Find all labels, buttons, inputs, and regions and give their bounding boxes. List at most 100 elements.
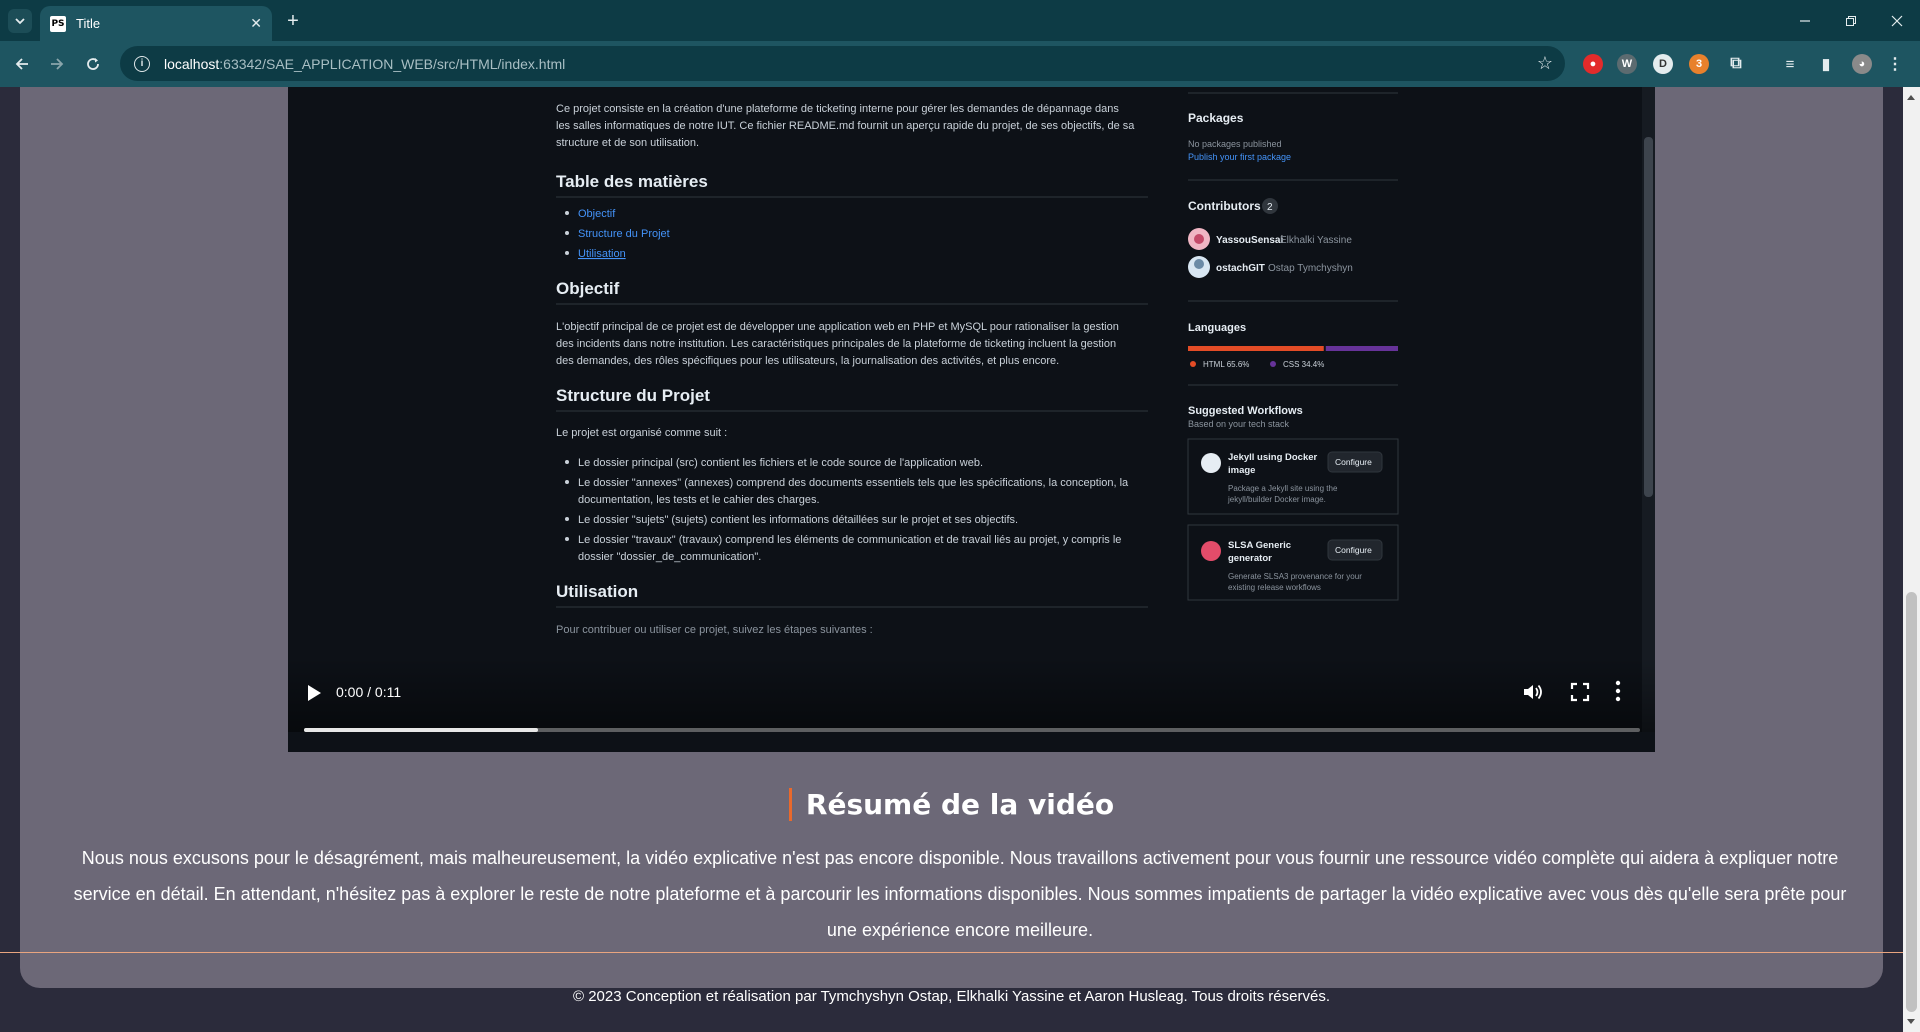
vf-utilisation-heading: Utilisation xyxy=(556,582,638,601)
extensions-puzzle-icon[interactable]: ⧉ xyxy=(1726,54,1746,74)
vf-structure-item-1: Le dossier principal (src) contient les … xyxy=(578,457,983,469)
vf-wf1-configure: Configure xyxy=(1335,457,1372,467)
vf-lang1: HTML 65.6% xyxy=(1203,360,1249,369)
vf-side-contributors: Contributors xyxy=(1188,199,1261,213)
browser-menu-icon[interactable]: ⋮ xyxy=(1885,54,1905,74)
browser-tab[interactable]: PS Title ✕ xyxy=(40,6,272,41)
restore-window-button[interactable] xyxy=(1828,6,1874,36)
extension-w-icon[interactable]: W xyxy=(1617,54,1637,74)
arrow-left-icon xyxy=(15,58,28,70)
vf-intro-3: structure et de son utilisation. xyxy=(556,137,699,149)
extension-d-icon[interactable]: D xyxy=(1653,54,1673,74)
video-frame-readme-screenshot: Ce projet consiste en la création d'une … xyxy=(288,87,1655,752)
vf-intro-2: les salles informatiques de notre IUT. C… xyxy=(556,120,1135,132)
scroll-up-arrow-icon[interactable] xyxy=(1907,95,1915,100)
scroll-down-arrow-icon[interactable] xyxy=(1907,1019,1915,1024)
extension-badge-icon[interactable]: 3 xyxy=(1689,54,1709,74)
vf-objectif-2: des incidents dans notre institution. Le… xyxy=(556,338,1116,350)
vf-objectif-1: L'objectif principal de ce projet est de… xyxy=(556,321,1119,333)
more-options-icon[interactable] xyxy=(1615,679,1621,703)
footer-copyright: © 2023 Conception et réalisation par Tym… xyxy=(572,988,1330,1005)
vf-wf1-desc-1: Package a Jekyll site using the xyxy=(1228,484,1338,493)
reload-button[interactable] xyxy=(80,51,106,77)
page-scrollbar[interactable] xyxy=(1903,87,1920,1032)
close-icon xyxy=(1891,15,1903,27)
tab-title: Title xyxy=(76,16,101,31)
footer-divider xyxy=(0,952,1903,953)
vf-lang-bar-html xyxy=(1188,346,1324,351)
video-player[interactable]: Ce projet consiste en la création d'une … xyxy=(288,87,1655,752)
tab-favicon-icon: PS xyxy=(50,15,66,32)
vf-wf2-configure: Configure xyxy=(1335,545,1372,555)
vf-intro-1: Ce projet consiste en la création d'une … xyxy=(556,103,1119,115)
video-controls-overlay xyxy=(288,657,1655,732)
vf-wf1-title-2: image xyxy=(1228,465,1255,476)
vf-lang-bar-css xyxy=(1325,346,1398,351)
extension-shield-icon[interactable]: ● xyxy=(1583,54,1603,74)
vf-wf1-title-1: Jekyll using Docker xyxy=(1228,452,1318,463)
browser-tab-bar: PS Title ✕ + xyxy=(0,0,1920,41)
fullscreen-icon[interactable] xyxy=(1570,682,1590,702)
back-button[interactable] xyxy=(9,51,35,77)
vf-lang2: CSS 34.4% xyxy=(1283,360,1324,369)
vf-wf2-desc-1: Generate SLSA3 provenance for your xyxy=(1228,572,1362,581)
close-window-button[interactable] xyxy=(1874,6,1920,36)
vf-side-no-packages: No packages published xyxy=(1188,139,1282,149)
url-host: localhost xyxy=(164,55,220,72)
forward-button[interactable] xyxy=(44,51,70,77)
video-buffered xyxy=(304,728,538,732)
side-panel-icon[interactable]: ▮ xyxy=(1816,54,1836,74)
extension-badge-count: 3 xyxy=(1695,58,1703,70)
minimize-window-button[interactable] xyxy=(1782,6,1828,36)
vf-wf2-title-2: generator xyxy=(1228,553,1272,564)
vf-structure-item-4b: dossier "dossier_de_communication". xyxy=(578,551,761,563)
scrollbar-thumb[interactable] xyxy=(1906,592,1917,1012)
new-tab-button[interactable]: + xyxy=(280,8,306,34)
vf-wf2-title-1: SLSA Generic xyxy=(1228,540,1291,551)
vf-structure-item-2: Le dossier "annexes" (annexes) comprend … xyxy=(578,477,1129,489)
vf-wf1-desc-2: jekyll/builder Docker image. xyxy=(1227,495,1326,504)
vf-contributor2-user: ostachGIT xyxy=(1216,263,1265,274)
vf-side-contributors-count: 2 xyxy=(1267,202,1273,213)
summary-title: Résumé de la vidéo xyxy=(788,788,1114,821)
site-info-icon[interactable]: i xyxy=(134,55,150,72)
address-bar[interactable]: i localhost:63342/SAE_APPLICATION_WEB/sr… xyxy=(120,46,1565,81)
vf-objectif-3: des demandes, des rôles spécifiques pour… xyxy=(556,355,1059,367)
video-time: 0:00 / 0:11 xyxy=(336,684,402,700)
vf-side-publish: Publish your first package xyxy=(1188,152,1291,162)
play-icon[interactable] xyxy=(306,684,322,702)
vf-toc-item-2: Structure du Projet xyxy=(578,228,670,240)
vf-side-workflows-sub: Based on your tech stack xyxy=(1188,419,1290,429)
vf-contributor2-name: Ostap Tymchyshyn xyxy=(1268,263,1353,274)
bookmark-star-icon[interactable]: ☆ xyxy=(1537,53,1553,74)
vf-contributor1-name: Elkhalki Yassine xyxy=(1280,235,1352,246)
vf-contributor1-user: YassouSensai xyxy=(1216,235,1283,246)
vf-utilisation-line: Pour contribuer ou utiliser ce projet, s… xyxy=(556,624,873,636)
vf-toc-item-1: Objectif xyxy=(578,208,616,220)
minimize-icon xyxy=(1800,20,1810,22)
page-viewport: Ce projet consiste en la création d'une … xyxy=(0,87,1903,1032)
video-section-card: Ce projet consiste en la création d'une … xyxy=(20,87,1883,988)
vf-toc-heading: Table des matières xyxy=(556,172,708,191)
vf-structure-intro: Le projet est organisé comme suit : xyxy=(556,427,727,439)
tab-search-button[interactable] xyxy=(8,9,32,33)
vf-side-packages: Packages xyxy=(1188,111,1244,125)
vf-side-languages: Languages xyxy=(1188,322,1246,334)
summary-text: Nous nous excusons pour le désagrément, … xyxy=(73,848,1847,940)
vf-structure-heading: Structure du Projet xyxy=(556,386,710,405)
vf-side-workflows: Suggested Workflows xyxy=(1188,405,1303,417)
restore-icon xyxy=(1846,16,1856,26)
close-tab-icon[interactable]: ✕ xyxy=(250,15,262,32)
chevron-down-icon xyxy=(15,18,25,25)
vf-structure-item-2b: documentation, les tests et le cahier de… xyxy=(578,494,820,506)
reload-icon xyxy=(87,58,99,70)
video-progress-bar[interactable] xyxy=(304,728,1640,732)
vf-structure-item-3: Le dossier "sujets" (sujets) contient le… xyxy=(578,514,1018,526)
volume-icon[interactable] xyxy=(1522,682,1544,702)
vf-objectif-heading: Objectif xyxy=(556,279,620,298)
profile-avatar-icon[interactable]: ◕ xyxy=(1852,54,1872,74)
media-control-icon[interactable]: ≡ xyxy=(1780,54,1800,74)
url-path: :63342/SAE_APPLICATION_WEB/src/HTML/inde… xyxy=(219,55,566,72)
vf-wf2-desc-2: existing release workflows xyxy=(1228,583,1321,592)
browser-toolbar: i localhost:63342/SAE_APPLICATION_WEB/sr… xyxy=(0,41,1920,87)
